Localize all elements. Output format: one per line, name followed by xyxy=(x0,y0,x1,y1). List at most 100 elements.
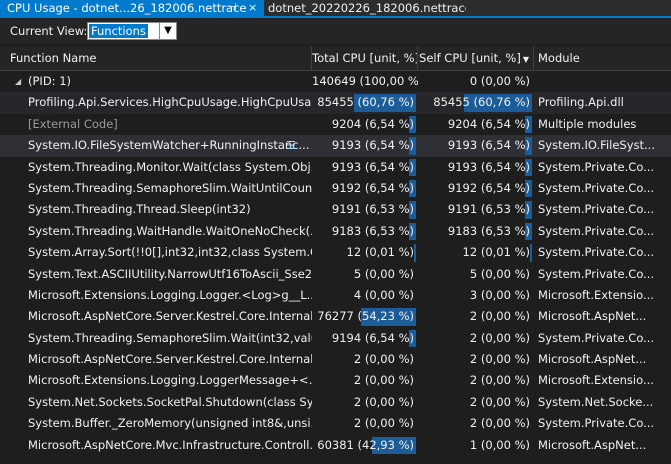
self-cpu-cell: 85455 (60,76 %) xyxy=(418,92,534,113)
function-name-cell: System.Text.ASCIIUtility.NarrowUtf16ToAs… xyxy=(0,264,312,285)
self-cpu-cell-value: 9191 (6,53 %) xyxy=(447,202,530,217)
total-cpu-cell: 9193 (6,54 %) xyxy=(312,157,418,178)
percentage-bar xyxy=(414,244,416,262)
self-cpu-cell-value: 2 (0,00 %) xyxy=(469,416,530,431)
self-cpu-cell: 9204 (6,54 %) xyxy=(418,114,534,135)
table-row[interactable]: Profiling.Api.Services.HighCpuUsage.High… xyxy=(0,92,671,114)
table-row[interactable]: [External Code] 9204 (6,54 %) 9204 (6,54 %… xyxy=(0,114,671,135)
total-cpu-cell-value: 9193 (6,54 %) xyxy=(331,159,414,174)
self-cpu-cell-value: 2 (0,00 %) xyxy=(469,352,530,367)
function-name: Profiling.Api.Services.HighCpuUsage.High… xyxy=(28,95,312,110)
view-source-icon[interactable]: ☰ xyxy=(286,135,296,156)
tab-nettrace[interactable]: dotnet_20220226_182006.nettrace xyxy=(266,0,466,16)
total-cpu-cell-value: 9193 (6,54 %) xyxy=(331,138,414,153)
module-cell: Microsoft.Extensio... xyxy=(538,287,654,302)
table-row[interactable]: Microsoft.Extensions.Logging.Logger.<Log… xyxy=(0,285,671,306)
table-row[interactable]: ◢ (PID: 1) 140649 (100,00 %) 0 (0,00 %) xyxy=(0,71,671,92)
table-row[interactable]: System.IO.FileSystemWatcher+RunningInsta… xyxy=(0,135,671,157)
table-row[interactable]: System.Threading.Monitor.Wait(class Syst… xyxy=(0,157,671,178)
module-cell: System.Private.Co... xyxy=(538,202,655,217)
function-name-cell: ◢ (PID: 1) xyxy=(0,71,312,92)
function-name-cell: Microsoft.Extensions.Logging.LoggerMessa… xyxy=(0,370,312,391)
self-cpu-cell: 2 (0,00 %) xyxy=(418,392,534,413)
column-header-function-name[interactable]: Function Name xyxy=(0,46,312,70)
table-row[interactable]: System.Threading.SemaphoreSlim.Wait(int3… xyxy=(0,328,671,349)
pin-icon[interactable]: ⊣ xyxy=(228,0,237,16)
module-cell: System.Net.Socke... xyxy=(538,394,654,409)
function-name: [External Code] xyxy=(28,116,118,131)
view-toolbar: Current View: Functions ▼ xyxy=(0,18,671,44)
module-cell: System.Private.Co... xyxy=(538,180,655,195)
total-cpu-cell-value: 2 (0,00 %) xyxy=(353,394,414,409)
function-name: Microsoft.AspNetCore.Server.Kestrel.Core… xyxy=(28,352,312,367)
total-cpu-cell: 2 (0,00 %) xyxy=(312,370,418,391)
total-cpu-cell-value: 9204 (6,54 %) xyxy=(331,116,414,131)
self-cpu-cell: 0 (0,00 %) xyxy=(418,71,534,92)
function-name-cell: System.IO.FileSystemWatcher+RunningInsta… xyxy=(0,135,312,156)
function-name: System.Text.ASCIIUtility.NarrowUtf16ToAs… xyxy=(28,266,312,281)
total-cpu-cell-value: 76277 (54,23 %) xyxy=(317,309,414,324)
table-row[interactable]: Microsoft.AspNetCore.Mvc.Infrastructure.… xyxy=(0,435,671,456)
module-cell: System.Private.Co... xyxy=(538,266,655,281)
self-cpu-cell: 9192 (6,54 %) xyxy=(418,178,534,199)
module-cell: Multiple modules xyxy=(538,116,637,131)
table-row[interactable]: System.Threading.SemaphoreSlim.WaitUntil… xyxy=(0,178,671,199)
table-row[interactable]: System.Threading.Thread.Sleep(int32) 9191… xyxy=(0,199,671,220)
self-cpu-cell-value: 9183 (6,53 %) xyxy=(447,223,530,238)
table-row[interactable]: Microsoft.AspNetCore.Server.Kestrel.Core… xyxy=(0,349,671,370)
function-name-cell: Microsoft.Extensions.Logging.Logger.<Log… xyxy=(0,285,312,306)
table-row[interactable]: System.Threading.WaitHandle.WaitOneNoChe… xyxy=(0,221,671,242)
self-cpu-cell-value: 2 (0,00 %) xyxy=(469,330,530,345)
self-cpu-cell: 12 (0,01 %) xyxy=(418,242,534,263)
table-row[interactable]: System.Text.ASCIIUtility.NarrowUtf16ToAs… xyxy=(0,264,671,285)
table-row[interactable]: Microsoft.AspNetCore.Server.Kestrel.Core… xyxy=(0,306,671,327)
self-cpu-cell-value: 2 (0,00 %) xyxy=(469,309,530,324)
table-row[interactable]: System.Array.Sort(!!0[],int32,int32,clas… xyxy=(0,242,671,263)
table-row[interactable]: System.Buffer._ZeroMemory(unsigned int8&… xyxy=(0,413,671,434)
collapse-triangle-icon[interactable]: ◢ xyxy=(15,71,21,92)
self-cpu-cell-value: 85455 (60,76 %) xyxy=(433,95,530,110)
tab-title: dotnet_20220226_182006.nettrace xyxy=(268,1,466,15)
tab-cpu-usage[interactable]: CPU Usage - dotnet...26_182006.nettrace … xyxy=(0,0,264,16)
total-cpu-cell-value: 2 (0,00 %) xyxy=(353,373,414,388)
column-header-module[interactable]: Module xyxy=(534,46,671,70)
table-row[interactable]: Microsoft.Extensions.Logging.LoggerMessa… xyxy=(0,370,671,391)
total-cpu-cell: 76277 (54,23 %) xyxy=(312,306,418,327)
function-name-cell: System.Threading.WaitHandle.WaitOneNoChe… xyxy=(0,221,312,242)
chevron-down-icon[interactable]: ▼ xyxy=(159,23,176,39)
self-cpu-cell: 1 (0,00 %) xyxy=(418,435,534,456)
self-cpu-cell-value: 2 (0,00 %) xyxy=(469,394,530,409)
current-view-dropdown[interactable]: Functions ▼ xyxy=(87,22,177,40)
functions-table: Function Name Total CPU [unit, %] Self C… xyxy=(0,46,671,456)
current-view-value: Functions xyxy=(89,24,148,38)
self-cpu-cell: 9193 (6,54 %) xyxy=(418,135,534,156)
total-cpu-cell: 9204 (6,54 %) xyxy=(312,114,418,135)
function-name-cell: System.Net.Sockets.SocketPal.Shutdown(cl… xyxy=(0,392,312,413)
sort-descending-icon: ▼ xyxy=(522,55,529,64)
column-header-total-cpu[interactable]: Total CPU [unit, %] xyxy=(312,46,418,70)
self-cpu-cell: 9191 (6,53 %) xyxy=(418,199,534,220)
self-cpu-cell-value: 9204 (6,54 %) xyxy=(447,116,530,131)
close-icon[interactable]: × xyxy=(248,0,257,16)
module-cell: System.Private.Co... xyxy=(538,245,655,260)
self-cpu-cell: 5 (0,00 %) xyxy=(418,264,534,285)
function-name: System.Threading.Thread.Sleep(int32) xyxy=(28,202,251,217)
total-cpu-cell: 2 (0,00 %) xyxy=(312,413,418,434)
total-cpu-cell-value: 140649 (100,00 %) xyxy=(312,74,418,88)
function-name: System.Net.Sockets.SocketPal.Shutdown(cl… xyxy=(28,394,312,409)
function-name: Microsoft.Extensions.Logging.LoggerMessa… xyxy=(28,373,312,388)
module-cell: System.Private.Co... xyxy=(538,159,655,174)
document-tab-bar: CPU Usage - dotnet...26_182006.nettrace … xyxy=(0,0,671,18)
total-cpu-cell-value: 9191 (6,53 %) xyxy=(331,202,414,217)
module-cell: Microsoft.AspNet... xyxy=(538,437,647,452)
module-cell: System.Private.Co... xyxy=(538,416,655,431)
function-name: (PID: 1) xyxy=(28,74,72,88)
total-cpu-cell-value: 5 (0,00 %) xyxy=(353,266,414,281)
module-cell: Microsoft.AspNet... xyxy=(538,309,647,324)
table-row[interactable]: System.Net.Sockets.SocketPal.Shutdown(cl… xyxy=(0,392,671,413)
self-cpu-cell: 9183 (6,53 %) xyxy=(418,221,534,242)
column-header-self-cpu[interactable]: Self CPU [unit, %] ▼ xyxy=(418,46,534,70)
self-cpu-cell-value: 3 (0,00 %) xyxy=(469,287,530,302)
module-cell: Microsoft.Extensio... xyxy=(538,373,654,388)
function-name: System.Threading.Monitor.Wait(class Syst… xyxy=(28,159,312,174)
